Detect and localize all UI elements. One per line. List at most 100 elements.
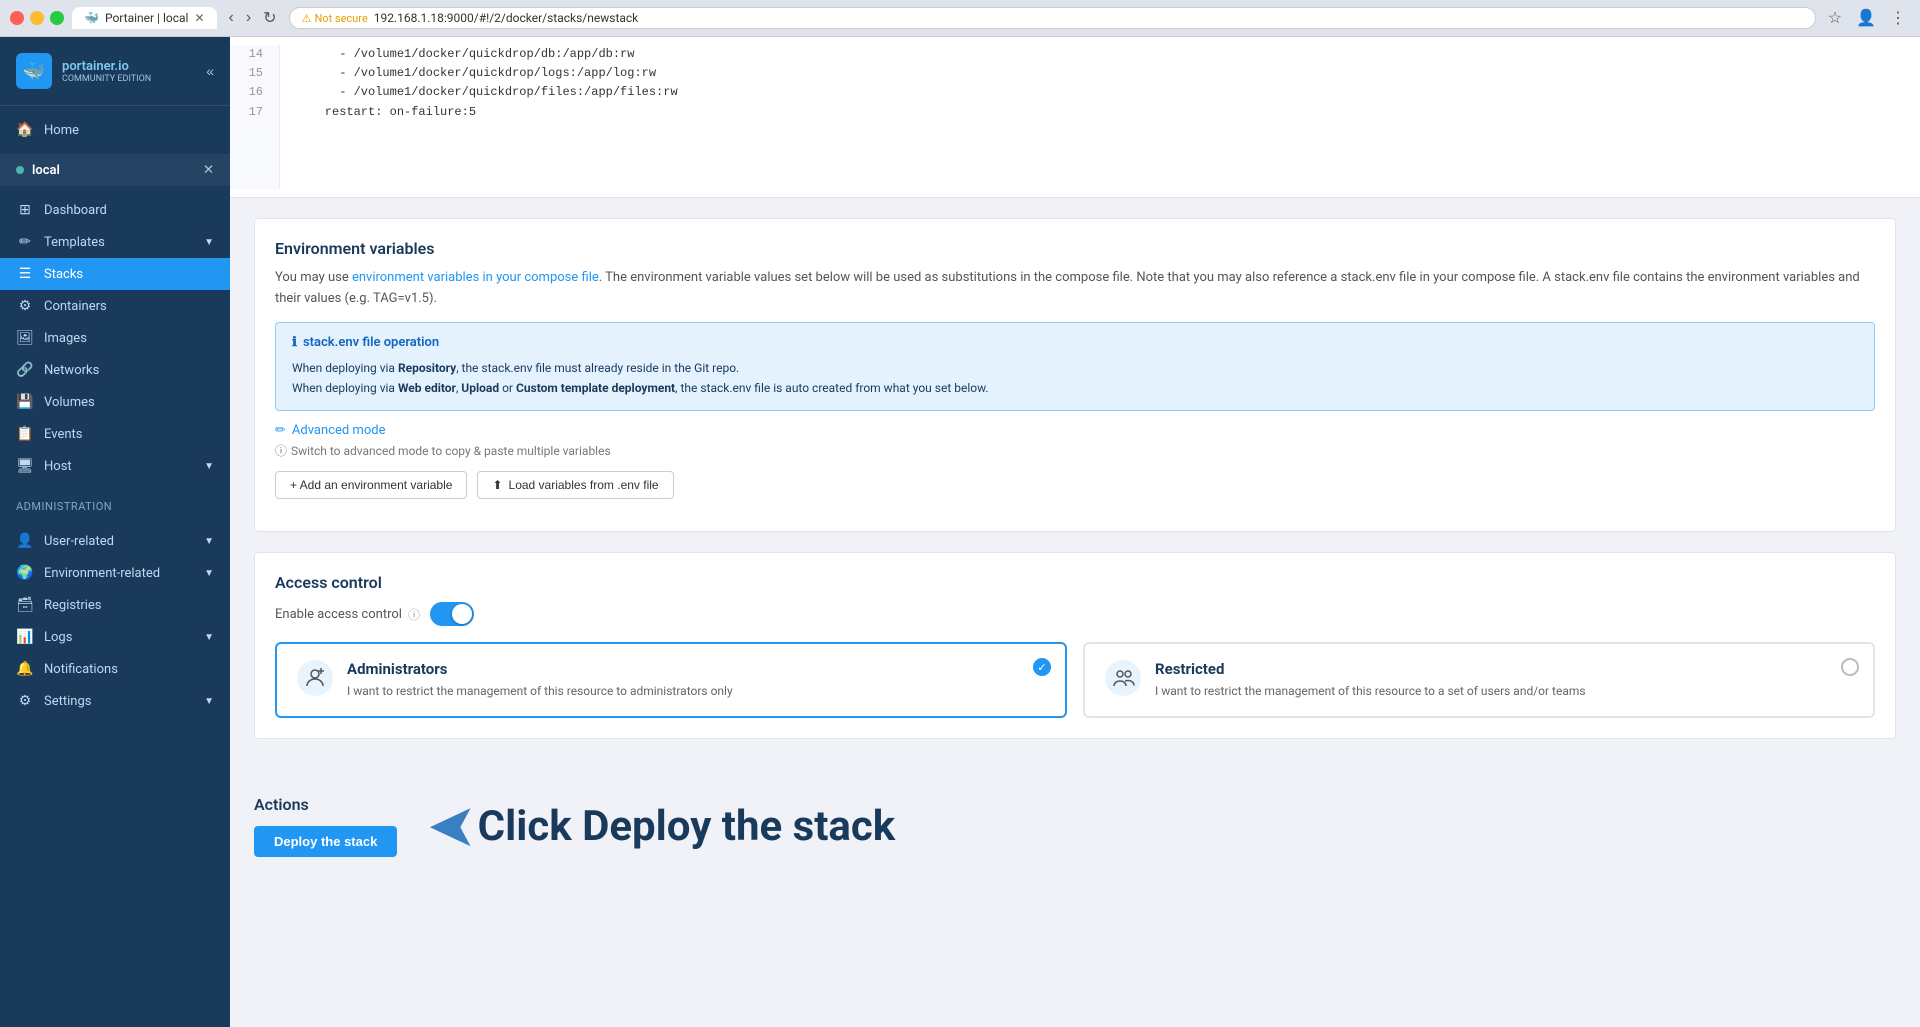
sidebar-item-templates[interactable]: ✏ Templates ▼ — [0, 226, 230, 258]
edit-icon: ✏ — [275, 423, 286, 438]
sidebar-events-label: Events — [44, 427, 214, 442]
registries-icon: 🗃 — [16, 597, 34, 613]
logo-text-block: portainer.io Community Edition — [62, 59, 151, 84]
env-status-dot — [16, 166, 24, 174]
restricted-radio[interactable] — [1841, 658, 1859, 676]
volumes-icon: 💾 — [16, 394, 34, 410]
restricted-card-desc: I want to restrict the management of thi… — [1155, 682, 1853, 700]
browser-tab[interactable]: 🐳 Portainer | local ✕ — [72, 7, 217, 29]
admin-card-title: Administrators — [347, 660, 1045, 678]
access-help-icon[interactable]: ⓘ — [408, 606, 420, 623]
sidebar-home-label: Home — [44, 123, 214, 138]
sidebar-item-stacks[interactable]: ☰ Stacks — [0, 258, 230, 290]
sidebar-item-env-related[interactable]: 🌍 Environment-related ▼ — [0, 557, 230, 589]
sidebar-item-events[interactable]: 📋 Events — [0, 418, 230, 450]
menu-btn[interactable]: ⋮ — [1886, 6, 1910, 30]
address-text: 192.168.1.18:9000/#!/2/docker/stacks/new… — [374, 11, 639, 25]
sidebar-user-related-label: User-related — [44, 534, 194, 549]
sidebar-collapse-btn[interactable]: « — [206, 63, 214, 79]
sidebar-item-volumes[interactable]: 💾 Volumes — [0, 386, 230, 418]
profile-btn[interactable]: 👤 — [1852, 6, 1880, 30]
logo-edition: Community Edition — [62, 74, 151, 84]
access-cards: Administrators I want to restrict the ma… — [275, 642, 1875, 718]
sidebar-item-dashboard[interactable]: ⊞ Dashboard — [0, 194, 230, 226]
env-related-arrow-icon: ▼ — [204, 568, 214, 579]
bookmark-btn[interactable]: ☆ — [1824, 6, 1846, 30]
sidebar-item-containers[interactable]: ⚙ Containers — [0, 290, 230, 322]
sidebar-registries-label: Registries — [44, 598, 214, 613]
app-container: 🐳 portainer.io Community Edition « 🏠 Hom… — [0, 37, 1920, 1027]
enable-access-label: Enable access control ⓘ — [275, 606, 420, 623]
restricted-card-title: Restricted — [1155, 660, 1853, 678]
sidebar-item-host[interactable]: 🖥 Host ▼ — [0, 450, 230, 482]
tab-close-icon[interactable]: ✕ — [194, 11, 204, 25]
sidebar-item-notifications[interactable]: 🔔 Notifications — [0, 653, 230, 685]
logo-content: 🐳 portainer.io Community Edition — [16, 53, 151, 89]
admin-icon — [297, 660, 333, 696]
stack-env-info-box: ℹ stack.env file operation When deployin… — [275, 322, 1875, 412]
nav-buttons: ‹ › ↻ — [225, 6, 281, 30]
code-content[interactable]: - /volume1/docker/quickdrop/db:/app/db:r… — [280, 45, 694, 189]
access-card-restricted[interactable]: Restricted I want to restrict the manage… — [1083, 642, 1875, 718]
advanced-mode-hint: ⓘ Switch to advanced mode to copy & past… — [275, 442, 1875, 459]
portainer-logo-icon: 🐳 — [16, 53, 52, 89]
sidebar-item-logs[interactable]: 📊 Logs ▼ — [0, 621, 230, 653]
logs-arrow-icon: ▼ — [204, 632, 214, 643]
sidebar-dashboard-label: Dashboard — [44, 203, 214, 218]
deploy-stack-btn[interactable]: Deploy the stack — [254, 826, 397, 857]
sidebar-item-registries[interactable]: 🗃 Registries — [0, 589, 230, 621]
networks-icon: 🔗 — [16, 362, 34, 378]
browser-chrome: 🐳 Portainer | local ✕ ‹ › ↻ ⚠ Not secure… — [0, 0, 1920, 37]
sidebar: 🐳 portainer.io Community Edition « 🏠 Hom… — [0, 37, 230, 1027]
browser-actions: ☆ 👤 ⋮ — [1824, 6, 1910, 30]
line-numbers: 14 15 16 17 — [230, 45, 280, 189]
line-num-17: 17 — [242, 103, 267, 122]
admin-radio[interactable] — [1033, 658, 1051, 676]
address-bar[interactable]: ⚠ Not secure 192.168.1.18:9000/#!/2/dock… — [289, 7, 1816, 29]
window-close-btn[interactable] — [10, 11, 24, 25]
sidebar-volumes-label: Volumes — [44, 395, 214, 410]
containers-icon: ⚙ — [16, 298, 34, 314]
host-icon: 🖥 — [16, 458, 34, 474]
refresh-btn[interactable]: ↻ — [259, 6, 280, 30]
sidebar-item-networks[interactable]: 🔗 Networks — [0, 354, 230, 386]
sidebar-env-related-label: Environment-related — [44, 566, 194, 581]
settings-arrow-icon: ▼ — [204, 696, 214, 707]
content-sections: Environment variables You may use enviro… — [230, 198, 1920, 779]
security-indicator: ⚠ Not secure — [302, 12, 368, 25]
window-minimize-btn[interactable] — [30, 11, 44, 25]
sidebar-nav-section: ⊞ Dashboard ✏ Templates ▼ ☰ Stacks ⚙ Con… — [0, 186, 230, 490]
sidebar-containers-label: Containers — [44, 299, 214, 314]
env-vars-title: Environment variables — [275, 239, 1875, 258]
security-text: Not secure — [314, 12, 367, 25]
sidebar-item-images[interactable]: 🖼 Images — [0, 322, 230, 354]
window-controls — [10, 11, 64, 25]
sidebar-item-home[interactable]: 🏠 Home — [0, 114, 230, 146]
back-btn[interactable]: ‹ — [225, 6, 238, 30]
line-num-15: 15 — [242, 64, 267, 83]
advanced-mode-link[interactable]: Advanced mode — [292, 423, 386, 438]
sidebar-logo: 🐳 portainer.io Community Edition « — [0, 37, 230, 106]
sidebar-env-header: local ✕ — [0, 154, 230, 186]
forward-btn[interactable]: › — [242, 6, 255, 30]
load-env-file-btn[interactable]: ⬆ Load variables from .env file — [477, 471, 673, 499]
sidebar-item-settings[interactable]: ⚙ Settings ▼ — [0, 685, 230, 717]
env-vars-section: Environment variables You may use enviro… — [254, 218, 1896, 532]
sidebar-logs-label: Logs — [44, 630, 194, 645]
sidebar-item-user-related[interactable]: 👤 User-related ▼ — [0, 525, 230, 557]
notifications-icon: 🔔 — [16, 661, 34, 677]
add-env-var-btn[interactable]: + Add an environment variable — [275, 471, 467, 499]
enable-access-toggle[interactable] — [430, 602, 474, 626]
sidebar-host-label: Host — [44, 459, 194, 474]
env-close-btn[interactable]: ✕ — [203, 162, 214, 178]
line-num-16: 16 — [242, 83, 267, 102]
env-vars-link[interactable]: environment variables in your compose fi… — [352, 270, 599, 285]
info-icon: ℹ — [292, 335, 297, 350]
env-vars-btn-group: + Add an environment variable ⬆ Load var… — [275, 471, 1875, 499]
access-card-administrators[interactable]: Administrators I want to restrict the ma… — [275, 642, 1067, 718]
window-maximize-btn[interactable] — [50, 11, 64, 25]
tab-title: Portainer | local — [105, 11, 189, 25]
logs-icon: 📊 — [16, 629, 34, 645]
dashboard-icon: ⊞ — [16, 202, 34, 218]
line-num-14: 14 — [242, 45, 267, 64]
